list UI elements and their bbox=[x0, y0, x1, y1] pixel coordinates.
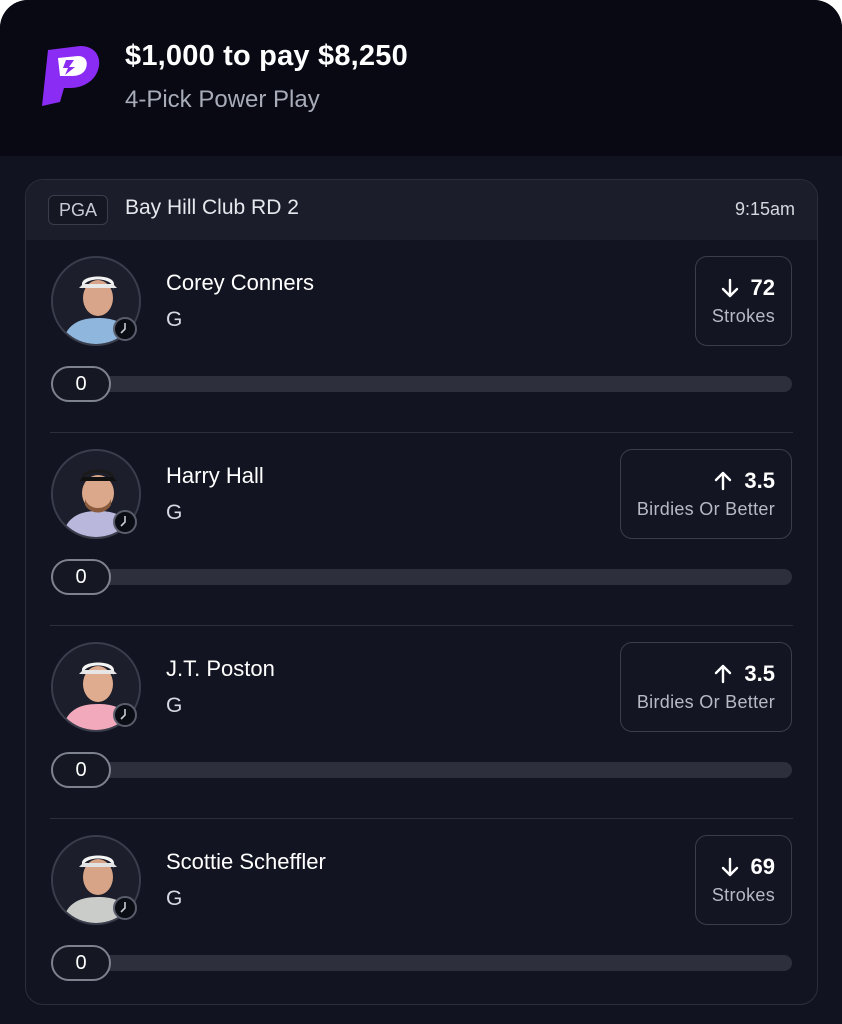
player-name: Scottie Scheffler bbox=[166, 849, 326, 874]
clock-icon bbox=[113, 703, 137, 727]
projection-box[interactable]: 3.5 Birdies Or Better bbox=[619, 642, 792, 732]
projection-line: 72 bbox=[750, 275, 775, 300]
event-name: Bay Hill Club RD 2 bbox=[125, 196, 299, 219]
progress-value: 0 bbox=[51, 945, 111, 981]
projection-box[interactable]: 69 Strokes bbox=[694, 835, 792, 925]
progress-value: 0 bbox=[51, 366, 111, 402]
event-header: PGA Bay Hill Club RD 2 9:15am bbox=[26, 180, 817, 240]
stat-type: Strokes bbox=[711, 306, 775, 326]
projection-line: 3.5 bbox=[744, 661, 775, 686]
entry-subtitle: 4-Pick Power Play bbox=[125, 86, 320, 113]
progress-track bbox=[51, 955, 792, 971]
progress-value: 0 bbox=[51, 752, 111, 788]
player-position: G bbox=[166, 694, 183, 717]
projection-box[interactable]: 72 Strokes bbox=[694, 256, 792, 346]
pick-row[interactable]: Harry Hall G 3.5 Birdies Or Better 0 bbox=[26, 433, 817, 626]
entry-header[interactable]: $1,000 to pay $8,250 4-Pick Power Play bbox=[0, 0, 842, 156]
player-position: G bbox=[166, 308, 183, 331]
progress-track bbox=[51, 376, 792, 392]
stat-type: Birdies Or Better bbox=[636, 499, 775, 519]
event-time: 9:15am bbox=[734, 199, 795, 219]
prizepicks-logo-icon bbox=[42, 46, 100, 106]
arrow-down-icon bbox=[721, 857, 738, 877]
player-name: Harry Hall bbox=[166, 463, 264, 488]
projection-box[interactable]: 3.5 Birdies Or Better bbox=[619, 449, 792, 539]
progress-track bbox=[51, 569, 792, 585]
pick-row[interactable]: Scottie Scheffler G 69 Strokes 0 bbox=[26, 819, 817, 1004]
player-name: Corey Conners bbox=[166, 270, 314, 295]
clock-icon bbox=[113, 896, 137, 920]
progress-track bbox=[51, 762, 792, 778]
league-badge: PGA bbox=[48, 195, 109, 225]
projection-line: 69 bbox=[750, 854, 775, 879]
pick-row[interactable]: J.T. Poston G 3.5 Birdies Or Better 0 bbox=[26, 626, 817, 819]
entry-title: $1,000 to pay $8,250 bbox=[125, 40, 408, 72]
clock-icon bbox=[113, 317, 137, 341]
clock-icon bbox=[113, 510, 137, 534]
player-position: G bbox=[166, 887, 183, 910]
arrow-up-icon bbox=[715, 664, 732, 684]
entry-card: $1,000 to pay $8,250 4-Pick Power Play P… bbox=[0, 0, 842, 1024]
projection-line: 3.5 bbox=[744, 468, 775, 493]
stat-type: Birdies Or Better bbox=[636, 692, 775, 712]
progress-value: 0 bbox=[51, 559, 111, 595]
arrow-down-icon bbox=[721, 278, 738, 298]
pick-row[interactable]: Corey Conners G 72 Strokes 0 bbox=[26, 240, 817, 433]
stat-type: Strokes bbox=[711, 885, 775, 905]
player-position: G bbox=[166, 501, 183, 524]
event-group: PGA Bay Hill Club RD 2 9:15am Corey Conn… bbox=[25, 179, 818, 1005]
player-name: J.T. Poston bbox=[166, 656, 275, 681]
arrow-up-icon bbox=[715, 471, 732, 491]
